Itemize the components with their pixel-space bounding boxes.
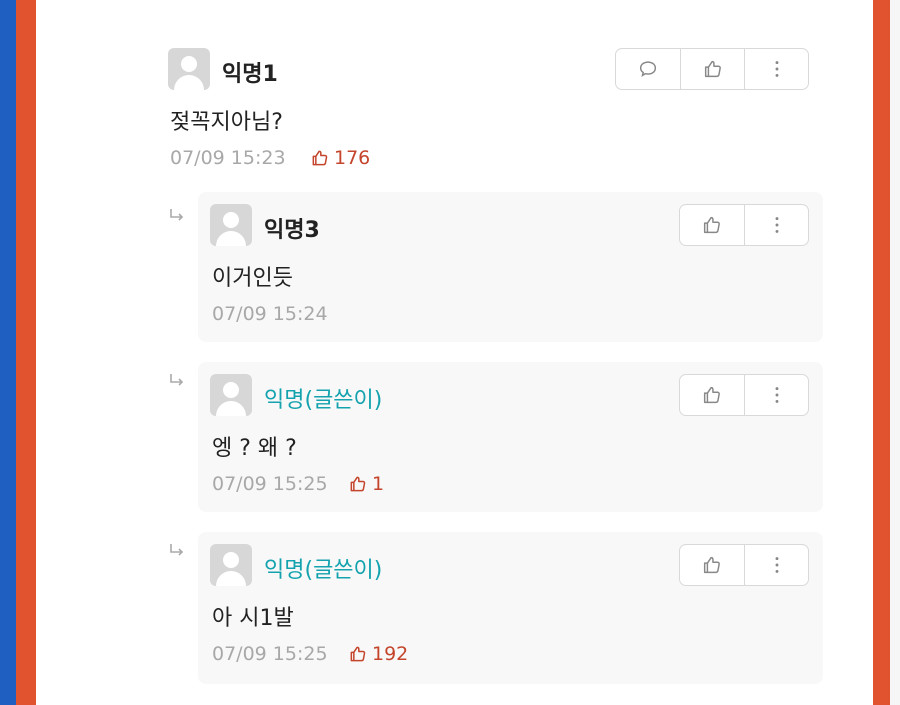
reply-arrow-icon: [170, 209, 184, 221]
reply-item: 익명3 이거인듯 07/09 15:24: [198, 192, 823, 342]
comment-timestamp: 07/09 15:24: [212, 303, 328, 325]
comment-author: 익명(글쓴이): [264, 558, 383, 583]
comment-text: 엥 ? 왜 ?: [212, 436, 297, 461]
like-count: 1: [348, 473, 384, 495]
thumbs-up-icon: [703, 556, 720, 574]
default-avatar-icon: [210, 374, 252, 416]
like-count-value: 192: [372, 643, 409, 665]
comment-timestamp: 07/09 15:25: [212, 473, 328, 495]
like-button[interactable]: [680, 375, 744, 415]
thumbs-up-icon: [312, 150, 328, 166]
right-orange-border: [873, 0, 890, 705]
comment-thread: 익명1 젖꼭지아님? 07/09 15:23 176 익명3 이거인듯 07/0…: [36, 0, 873, 705]
reply-item: 익명(글쓴이) 아 시1발 07/09 15:25 192: [198, 532, 823, 684]
right-margin: [890, 0, 900, 705]
comment-author: 익명3: [264, 218, 320, 243]
like-count: 192: [348, 643, 408, 665]
comment-author: 익명1: [222, 62, 278, 87]
comment-text: 아 시1발: [212, 606, 294, 631]
comment-actions: [615, 48, 809, 90]
vertical-dots-icon: [775, 61, 778, 77]
comment-actions: [679, 544, 809, 586]
thumbs-up-icon: [703, 216, 720, 234]
comment-actions: [679, 374, 809, 416]
reply-arrow-icon: [170, 544, 184, 556]
like-count-value: 1: [372, 473, 385, 495]
comment-actions: [679, 204, 809, 246]
thumbs-up-icon: [350, 476, 366, 492]
thumbs-up-icon: [350, 646, 366, 662]
more-options-button[interactable]: [744, 49, 808, 89]
comment-text: 젖꼭지아님?: [170, 110, 283, 135]
speech-bubble-icon: [639, 61, 657, 77]
more-options-button[interactable]: [744, 545, 808, 585]
more-options-button[interactable]: [744, 205, 808, 245]
comment-item: 익명1 젖꼭지아님? 07/09 15:23 176: [156, 40, 836, 180]
like-count-value: 176: [334, 147, 371, 169]
vertical-dots-icon: [775, 557, 778, 573]
default-avatar-icon: [210, 204, 252, 246]
comment-timestamp: 07/09 15:23: [170, 147, 286, 169]
thumbs-up-icon: [703, 386, 720, 404]
like-button[interactable]: [680, 205, 744, 245]
like-count: 176: [310, 147, 370, 169]
left-orange-border: [16, 0, 36, 705]
like-button[interactable]: [680, 49, 744, 89]
reply-arrow-icon: [170, 374, 184, 386]
comment-author: 익명(글쓴이): [264, 388, 383, 413]
reply-button[interactable]: [616, 49, 680, 89]
like-button[interactable]: [680, 545, 744, 585]
reply-item: 익명(글쓴이) 엥 ? 왜 ? 07/09 15:25 1: [198, 362, 823, 512]
left-blue-border: [0, 0, 16, 705]
default-avatar-icon: [210, 544, 252, 586]
vertical-dots-icon: [775, 217, 778, 233]
comment-text: 이거인듯: [212, 266, 293, 291]
default-avatar-icon: [168, 48, 210, 90]
comment-timestamp: 07/09 15:25: [212, 643, 328, 665]
vertical-dots-icon: [775, 387, 778, 403]
thumbs-up-icon: [704, 60, 721, 78]
more-options-button[interactable]: [744, 375, 808, 415]
